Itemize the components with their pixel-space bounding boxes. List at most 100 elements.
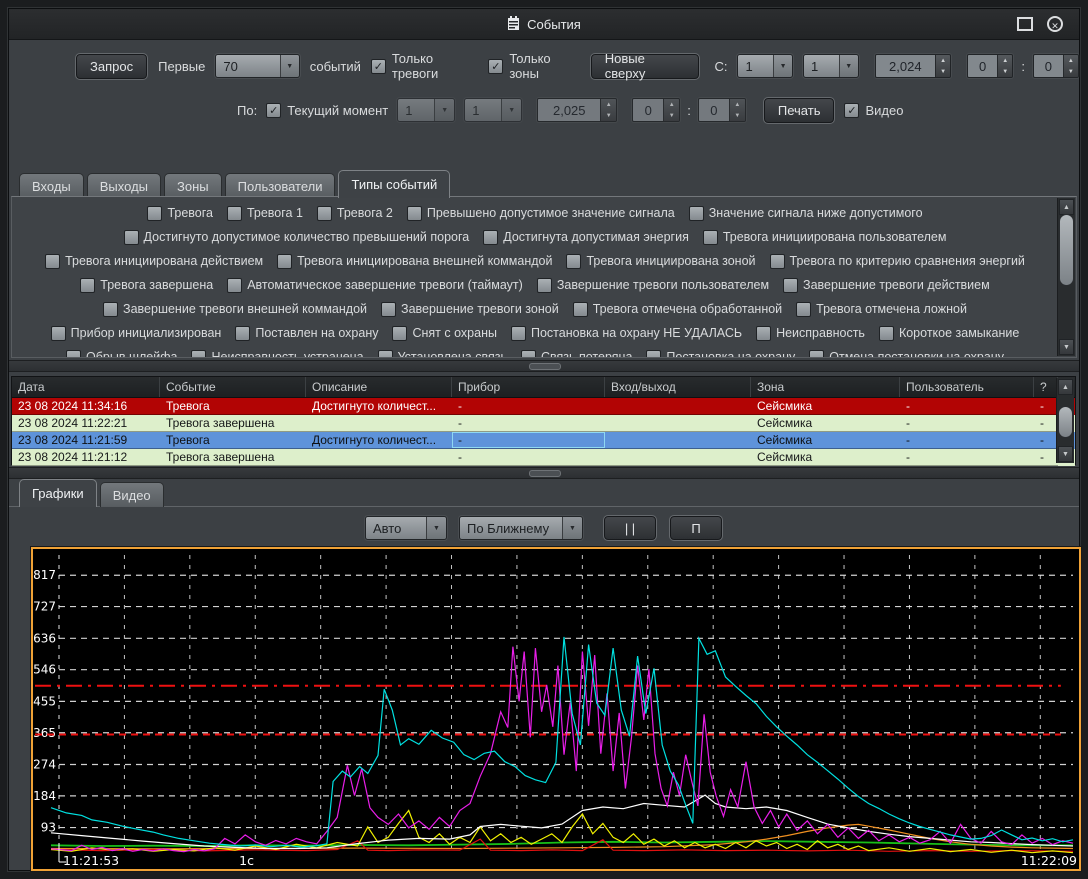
from-day-combo[interactable]: 1▼ xyxy=(737,54,793,78)
event-types-scrollbar[interactable]: ▲ ▼ xyxy=(1057,198,1075,356)
table-cell xyxy=(605,449,751,466)
event-type-checkbox[interactable]: Автоматическое завершение тревоги (тайма… xyxy=(227,278,523,293)
event-type-checkbox[interactable]: Обрыв шлейфа xyxy=(66,350,177,359)
event-type-checkbox[interactable]: Достигнуто допустимое количество превыше… xyxy=(124,230,470,245)
event-type-checkbox[interactable]: Тревога инициирована зоной xyxy=(566,254,755,269)
svg-text:11:21:53: 11:21:53 xyxy=(63,853,119,868)
event-type-checkbox[interactable]: Установлена связь xyxy=(378,350,507,359)
event-type-checkbox[interactable]: Снят с охраны xyxy=(392,326,496,341)
tab-видео[interactable]: Видео xyxy=(100,482,164,507)
event-type-checkbox[interactable]: Тревога отмечена обработанной xyxy=(573,302,782,317)
event-type-checkbox[interactable]: Завершение тревоги зоной xyxy=(381,302,559,317)
table-cell xyxy=(605,432,751,449)
print-button[interactable]: Печать xyxy=(763,97,836,124)
only-zones-checkbox[interactable]: ✓ Только зоны xyxy=(488,51,579,81)
scroll-up-icon[interactable]: ▲ xyxy=(1058,379,1073,395)
new-on-top-button[interactable]: Новые сверху xyxy=(590,53,701,80)
column-header-1[interactable]: Дата xyxy=(12,377,160,397)
event-type-checkbox[interactable]: Связь потеряна xyxy=(521,350,632,359)
to-hour-spinner[interactable]: 0 ▲▼ xyxy=(632,98,680,122)
event-type-label: Снят с охраны xyxy=(412,326,496,340)
event-type-checkbox[interactable]: Завершение тревоги действием xyxy=(783,278,990,293)
to-day-combo[interactable]: 1▼ xyxy=(397,98,455,122)
scrollbar-thumb[interactable] xyxy=(1059,214,1074,286)
video-checkbox[interactable]: ✓ Видео xyxy=(844,103,903,118)
event-type-checkbox[interactable]: Короткое замыкание xyxy=(879,326,1019,341)
event-type-checkbox[interactable]: Тревога инициирована действием xyxy=(45,254,263,269)
event-type-checkbox[interactable]: Достигнута допустимая энергия xyxy=(483,230,689,245)
chart-mode-combo[interactable]: Авто▼ xyxy=(365,516,447,540)
table-cell: - xyxy=(452,432,605,449)
current-moment-checkbox[interactable]: ✓ Текущий момент xyxy=(266,103,388,118)
splitter-handle[interactable] xyxy=(9,360,1079,372)
event-type-checkbox[interactable]: Превышено допустимое значение сигнала xyxy=(407,206,675,221)
event-type-checkbox[interactable]: Поставлен на охрану xyxy=(235,326,378,341)
event-type-checkbox[interactable]: Тревога инициирована внешней коммандой xyxy=(277,254,552,269)
to-year-spinner[interactable]: 2,025 ▲▼ xyxy=(537,98,617,122)
table-row[interactable]: 23 08 2024 11:21:12Тревога завершена-Сей… xyxy=(12,449,1075,466)
scroll-down-icon[interactable]: ▼ xyxy=(1059,339,1074,355)
to-month-combo[interactable]: 1▼ xyxy=(464,98,522,122)
table-row[interactable]: 23 08 2024 11:34:16ТревогаДостигнуто кол… xyxy=(12,398,1075,415)
event-type-checkbox[interactable]: Прибор инициализирован xyxy=(51,326,222,341)
event-type-checkbox[interactable]: Тревога 1 xyxy=(227,206,303,221)
column-header-8[interactable]: ? xyxy=(1034,377,1058,397)
close-button[interactable]: ✕ xyxy=(1047,16,1063,32)
event-type-label: Тревога xyxy=(167,206,213,220)
column-header-2[interactable]: Событие xyxy=(160,377,306,397)
event-type-checkbox[interactable]: Тревога отмечена ложной xyxy=(796,302,967,317)
from-hour-spinner[interactable]: 0 ▲▼ xyxy=(967,54,1013,78)
event-type-checkbox[interactable]: Постановка на охрану xyxy=(646,350,795,359)
tab-выходы[interactable]: Выходы xyxy=(87,173,161,198)
query-button[interactable]: Запрос xyxy=(75,53,148,80)
table-row[interactable]: 23 08 2024 11:22:21Тревога завершена-Сей… xyxy=(12,415,1075,432)
p-button[interactable]: П xyxy=(669,515,723,541)
chart-align-combo[interactable]: По Ближнему▼ xyxy=(459,516,583,540)
event-type-checkbox-grid: Тревога Тревога 1 Тревога 2 Превышено допус… xyxy=(16,201,1054,358)
only-alarms-checkbox[interactable]: ✓ Только тревоги xyxy=(371,51,479,81)
from-min-spinner[interactable]: 0 ▲▼ xyxy=(1033,54,1079,78)
event-type-checkbox[interactable]: Неисправность xyxy=(756,326,865,341)
maximize-button[interactable] xyxy=(1017,17,1033,31)
signal-chart[interactable]: 9318427436545554663672781711:21:531с11:2… xyxy=(31,547,1081,871)
event-type-checkbox[interactable]: Постановка на охрану НЕ УДАЛАСЬ xyxy=(511,326,742,341)
event-type-row: Достигнуто допустимое количество превыше… xyxy=(16,225,1054,249)
event-type-checkbox[interactable]: Завершение тревоги пользователем xyxy=(537,278,769,293)
tab-входы[interactable]: Входы xyxy=(19,173,84,198)
tab-типы-событий[interactable]: Типы событий xyxy=(338,170,450,198)
tab-зоны[interactable]: Зоны xyxy=(164,173,222,198)
event-type-checkbox[interactable]: Тревога xyxy=(147,206,213,221)
table-row[interactable]: 23 08 2024 11:21:59ТревогаДостигнуто кол… xyxy=(12,432,1075,449)
table-scrollbar[interactable]: ▲ ▼ xyxy=(1056,378,1074,463)
scrollbar-thumb[interactable] xyxy=(1058,406,1073,438)
splitter-handle[interactable] xyxy=(9,467,1079,479)
filter-tabs: ВходыВыходыЗоныПользователиТипы событий xyxy=(19,170,453,198)
column-header-7[interactable]: Пользователь xyxy=(900,377,1034,397)
column-header-4[interactable]: Прибор xyxy=(452,377,605,397)
event-type-checkbox[interactable]: Тревога инициирована пользователем xyxy=(703,230,947,245)
event-type-label: Завершение тревоги зоной xyxy=(401,302,559,316)
checkbox-icon xyxy=(573,302,588,317)
first-count-combo[interactable]: 70▼ xyxy=(215,54,299,78)
splitter-grip[interactable] xyxy=(529,470,561,477)
splitter-grip[interactable] xyxy=(529,363,561,370)
event-type-label: Тревога 2 xyxy=(337,206,393,220)
event-type-checkbox[interactable]: Отмена постановки на охрану xyxy=(809,350,1004,359)
column-header-5[interactable]: Вход/выход xyxy=(605,377,751,397)
tab-графики[interactable]: Графики xyxy=(19,479,97,507)
scroll-up-icon[interactable]: ▲ xyxy=(1059,199,1074,215)
event-type-checkbox[interactable]: Завершение тревоги внешней коммандой xyxy=(103,302,367,317)
event-type-checkbox[interactable]: Значение сигнала ниже допустимого xyxy=(689,206,923,221)
scroll-down-icon[interactable]: ▼ xyxy=(1058,446,1073,462)
to-min-spinner[interactable]: 0 ▲▼ xyxy=(698,98,746,122)
from-month-combo[interactable]: 1▼ xyxy=(803,54,859,78)
event-type-checkbox[interactable]: Тревога 2 xyxy=(317,206,393,221)
event-type-checkbox[interactable]: Тревога по критерию сравнения энергий xyxy=(770,254,1025,269)
event-type-checkbox[interactable]: Неисправность устранена xyxy=(191,350,363,359)
tab-пользователи[interactable]: Пользователи xyxy=(225,173,336,198)
event-type-checkbox[interactable]: Тревога завершена xyxy=(80,278,213,293)
pause-button[interactable]: | | xyxy=(603,515,657,541)
column-header-3[interactable]: Описание xyxy=(306,377,452,397)
column-header-6[interactable]: Зона xyxy=(751,377,900,397)
from-year-spinner[interactable]: 2,024 ▲▼ xyxy=(875,54,952,78)
